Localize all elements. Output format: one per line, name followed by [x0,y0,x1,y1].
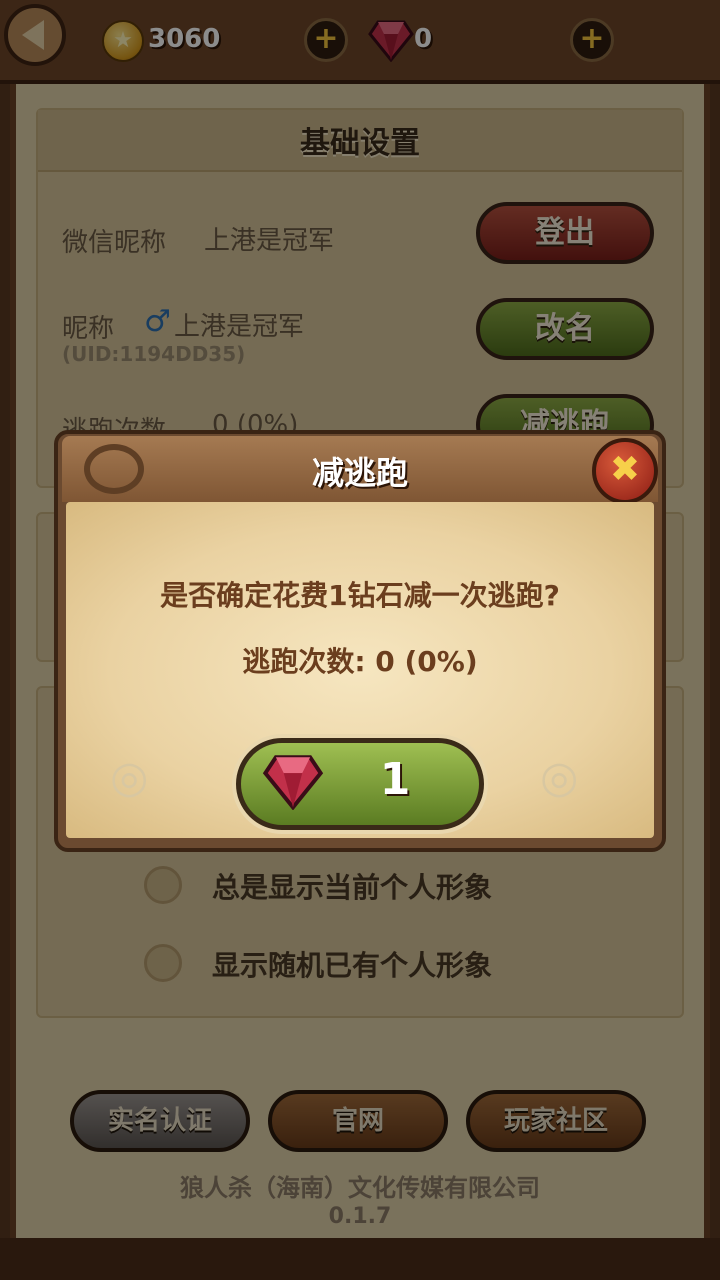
dialog-count-label: 逃跑次数: [242,645,366,678]
gem-icon [262,755,324,810]
confirm-gem-cost: 1 [379,754,411,805]
close-button[interactable]: ✖ [592,438,658,504]
dialog-message: 是否确定花费1钻石减一次逃跑? [160,579,560,612]
dialog-count-value: 0 (0%) [375,645,478,678]
swirl-watermark-icon: ◎ [540,752,579,803]
dialog-escape-count: 逃跑次数: 0 (0%) [66,640,654,680]
swirl-watermark-icon: ◎ [110,752,149,803]
